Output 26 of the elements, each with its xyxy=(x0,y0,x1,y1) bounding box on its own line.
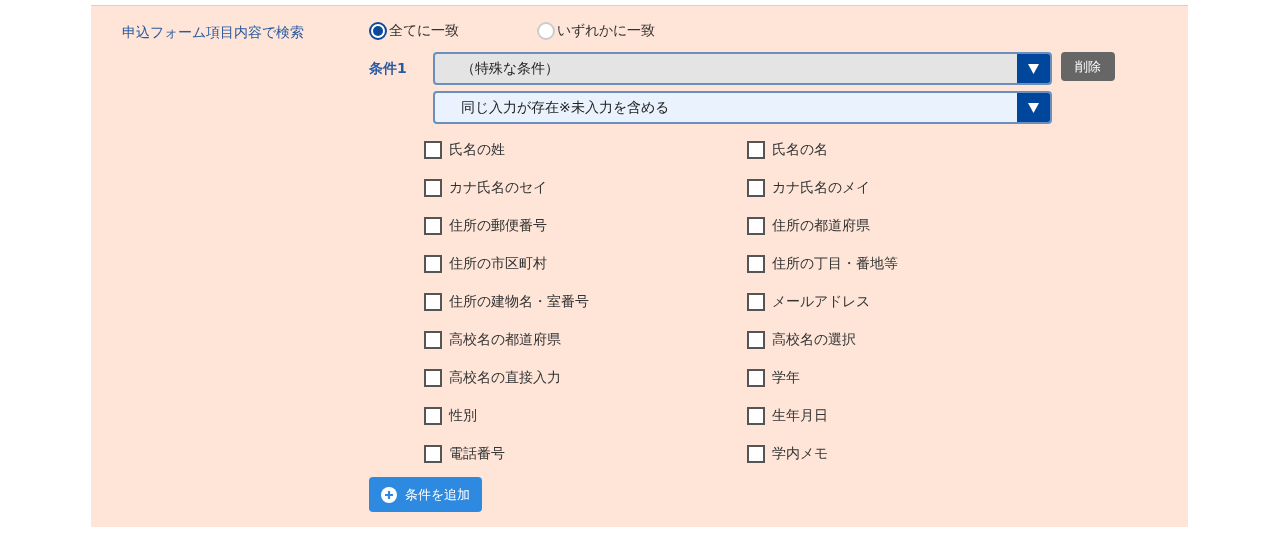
field-label: メールアドレス xyxy=(772,293,870,311)
field-label: 学年 xyxy=(772,369,800,387)
condition-type-select[interactable]: （特殊な条件） xyxy=(433,52,1052,85)
condition-label: 条件1 xyxy=(369,59,408,78)
field-label: 高校名の選択 xyxy=(772,331,856,349)
field-label: 住所の建物名・室番号 xyxy=(449,293,589,311)
field-label: 住所の郵便番号 xyxy=(449,217,547,235)
field-label: カナ氏名のメイ xyxy=(772,179,870,197)
match-radio[interactable]: 全てに一致 xyxy=(369,22,459,40)
field-label: 氏名の名 xyxy=(772,141,828,159)
field-label: 氏名の姓 xyxy=(449,141,505,159)
field-label: 学内メモ xyxy=(772,445,828,463)
field-label: 生年月日 xyxy=(772,407,828,425)
delete-button[interactable]: 削除 xyxy=(1061,52,1115,81)
add-condition-button[interactable]: 条件を追加 xyxy=(369,477,482,512)
field-label: 電話番号 xyxy=(449,445,505,463)
field-label: 高校名の都道府県 xyxy=(449,331,561,349)
field-label: 住所の丁目・番地等 xyxy=(772,255,898,273)
field-label: 住所の都道府県 xyxy=(772,217,870,235)
match-radio[interactable]: いずれかに一致 xyxy=(537,22,655,40)
field-label: カナ氏名のセイ xyxy=(449,179,547,197)
search-label: 申込フォーム項目内容で検索 xyxy=(121,23,305,42)
condition-rule-select[interactable]: 同じ入力が存在※未入力を含める xyxy=(433,91,1052,124)
field-label: 性別 xyxy=(449,407,477,425)
field-label: 高校名の直接入力 xyxy=(449,369,561,387)
field-label: 住所の市区町村 xyxy=(449,255,547,273)
